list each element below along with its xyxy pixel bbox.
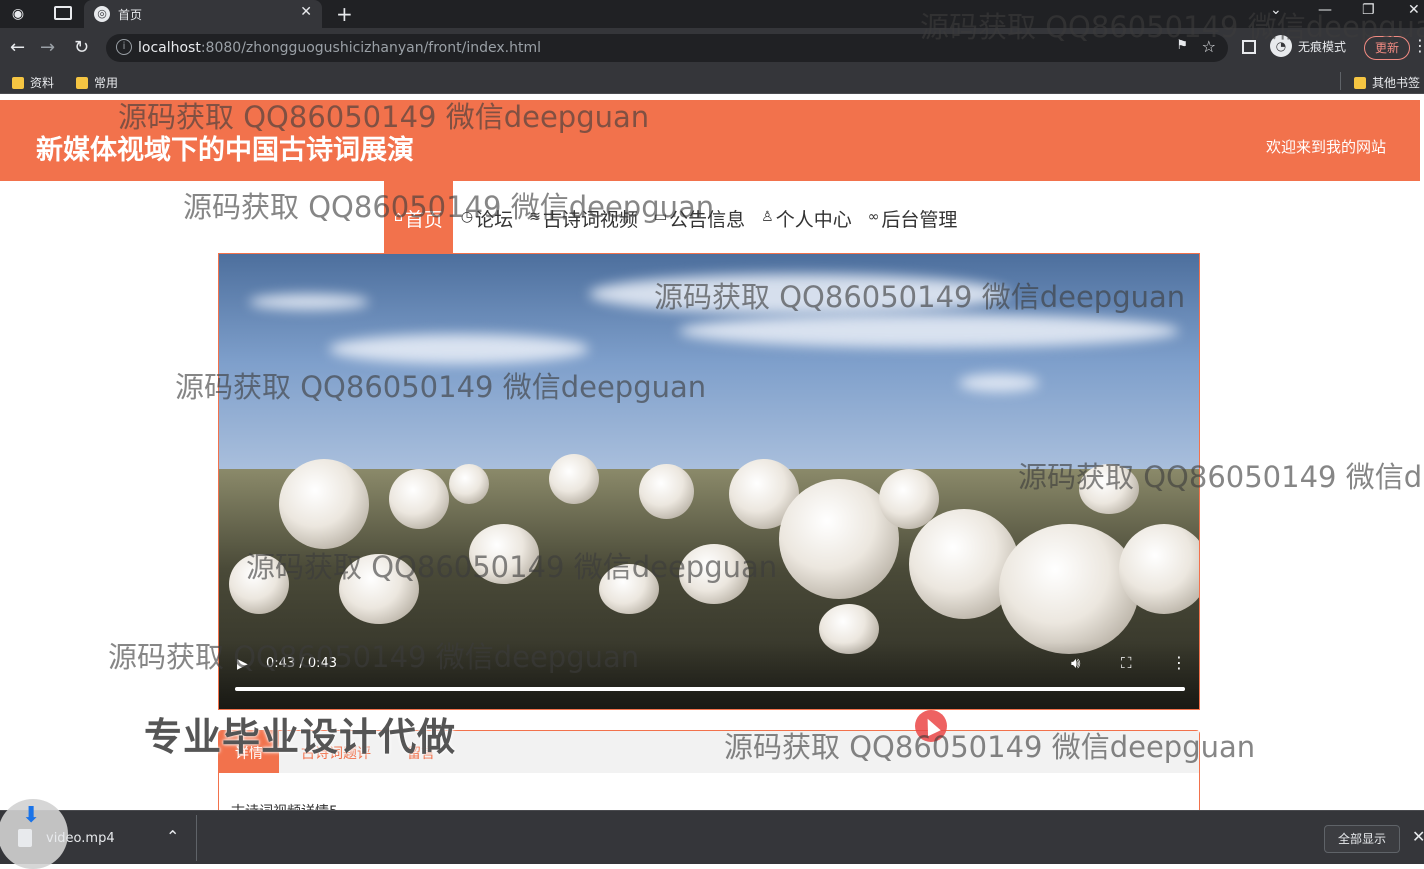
folder-icon (1354, 76, 1366, 89)
clock-icon: ◷ (460, 209, 474, 225)
show-all-downloads-button[interactable]: 全部显示 (1324, 825, 1400, 853)
video-controls: ▶ 0:43 / 0:43 🔊︎ ⛶ ⋮ (219, 642, 1199, 709)
tab-title: 首页 (118, 8, 143, 22)
more-options-icon[interactable]: ⋮ (1171, 653, 1187, 672)
new-tab-icon[interactable]: + (336, 2, 353, 26)
bookmark-label: 常用 (94, 76, 119, 90)
home-icon: ⌂ (394, 209, 403, 225)
nav-label: 古诗词视频 (542, 209, 638, 231)
site-title: 新媒体视域下的中国古诗词展演 (36, 135, 414, 166)
favicon-globe-icon: ◎ (94, 6, 110, 22)
user-icon: ♙ (761, 209, 774, 225)
incognito-indicator[interactable]: ◔ 无痕模式 (1270, 35, 1346, 57)
url-text[interactable]: localhost:8080/zhongguogushicizhanyan/fr… (138, 40, 541, 56)
update-button[interactable]: 更新 (1364, 36, 1411, 60)
nav-label: 个人中心 (775, 209, 852, 231)
bookmarks-bar: 资料 常用 其他书签 (0, 68, 1424, 94)
download-arrow-icon: ⬇ (22, 803, 41, 828)
chevron-up-icon[interactable]: ⌃ (166, 827, 179, 846)
tab-search-icon[interactable]: ⌄ (1270, 2, 1282, 18)
nav-item-personal-center[interactable]: ♙ 个人中心 (753, 181, 860, 253)
side-panel-icon[interactable] (1242, 40, 1256, 54)
video-progress-bar[interactable] (235, 687, 1185, 691)
welcome-text: 欢迎来到我的网站 (1265, 138, 1386, 156)
browser-tab-strip: ◉ ◎ 首页 ✕ + ⌄ — ❐ ✕ (0, 0, 1424, 28)
site-header: 新媒体视域下的中国古诗词展演 欢迎来到我的网站 (0, 100, 1420, 181)
nav-item-admin[interactable]: ∞ 后台管理 (860, 181, 966, 253)
promo-overlay-text: 专业毕业设计代做 (144, 715, 457, 759)
browser-menu-icon[interactable]: ⋮ (1412, 36, 1424, 55)
volume-icon[interactable]: 🔊︎ (1071, 654, 1080, 672)
video-progress-fill (235, 687, 1185, 691)
incognito-icon: ◔ (1270, 35, 1292, 57)
nav-item-poetry-video[interactable]: ≋ 古诗词视频 (521, 181, 646, 253)
incognito-label: 无痕模式 (1298, 39, 1347, 54)
detail-content: 古诗词视频详情5 (231, 801, 338, 810)
address-bar[interactable]: i localhost:8080/zhongguogushicizhanyan/… (106, 34, 1228, 62)
forward-icon[interactable]: → (40, 37, 55, 58)
nav-label: 首页 (404, 209, 443, 231)
shelf-close-icon[interactable]: ✕ (1412, 827, 1424, 846)
fullscreen-icon[interactable]: ⛶ (1121, 654, 1132, 672)
tab-close-icon[interactable]: ✕ (300, 4, 312, 20)
bookmark-label: 其他书签 (1372, 76, 1421, 90)
site-info-icon[interactable]: i (116, 39, 132, 55)
globe-icon[interactable]: ◉ (8, 4, 28, 24)
bookmark-label: 资料 (30, 76, 55, 90)
bookmark-folder-changyong[interactable]: 常用 (76, 74, 118, 91)
download-file-name[interactable]: video.mp4 (46, 831, 115, 846)
bookmark-folder-ziliao[interactable]: 资料 (12, 74, 54, 91)
nav-item-home[interactable]: ⌂ 首页 (384, 181, 453, 253)
browser-tab-home[interactable]: ◎ 首页 ✕ (84, 0, 322, 28)
window-close-icon[interactable]: ✕ (1408, 2, 1420, 18)
link-icon: ∞ (867, 209, 880, 225)
play-icon[interactable]: ▶ (237, 656, 248, 672)
nav-label: 论坛 (475, 209, 514, 231)
nav-item-announcements[interactable]: ▭ 公告信息 (646, 181, 753, 253)
file-icon (18, 829, 32, 847)
bookmark-star-icon[interactable]: ☆ (1202, 37, 1216, 56)
layers-icon: ≋ (529, 209, 541, 225)
folder-icon (76, 76, 88, 89)
download-shelf: ⬇ video.mp4 ⌃ 全部显示 ✕ (0, 799, 1424, 869)
nav-item-forum[interactable]: ◷ 论坛 (453, 181, 521, 253)
video-time: 0:43 / 0:43 (266, 656, 338, 671)
bookmarks-divider (1340, 72, 1341, 90)
minimize-icon[interactable]: — (1318, 2, 1332, 18)
blocked-popup-icon[interactable]: ⚑ (1176, 38, 1188, 53)
back-icon[interactable]: ← (10, 37, 25, 58)
browser-toolbar: ← → ↻ i localhost:8080/zhongguogushicizh… (0, 28, 1424, 68)
main-nav: ⌂ 首页 ◷ 论坛 ≋ 古诗词视频 ▭ 公告信息 ♙ 个人中心 ∞ 后台管理 (384, 181, 965, 253)
book-icon: ▭ (653, 209, 668, 225)
bookmark-folder-other[interactable]: 其他书签 (1354, 74, 1420, 91)
web-page: 新媒体视域下的中国古诗词展演 欢迎来到我的网站 ⌂ 首页 ◷ 论坛 ≋ 古诗词视… (0, 94, 1424, 810)
window-icon[interactable] (54, 6, 72, 20)
nav-label: 公告信息 (669, 209, 746, 231)
nav-label: 后台管理 (881, 209, 958, 231)
reload-icon[interactable]: ↻ (74, 37, 89, 58)
restore-icon[interactable]: ❐ (1362, 2, 1375, 18)
shelf-divider (196, 815, 197, 861)
folder-icon (12, 76, 24, 89)
video-frame-sky (219, 254, 1199, 494)
video-player[interactable]: ▶ 0:43 / 0:43 🔊︎ ⛶ ⋮ (218, 253, 1200, 710)
